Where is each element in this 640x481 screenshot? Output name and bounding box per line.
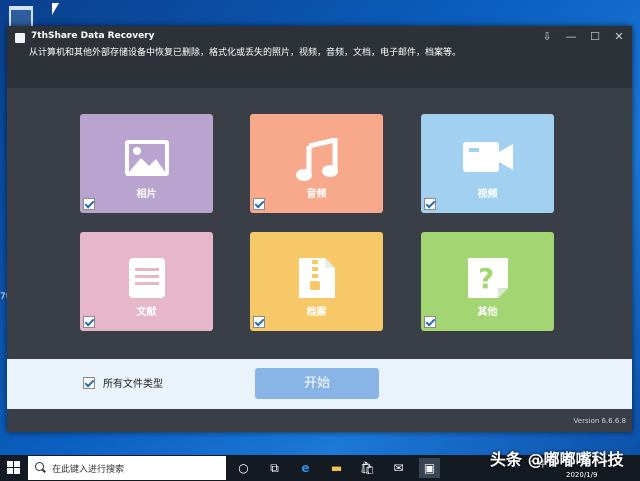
app-subtitle: 从计算机和其他外部存储设备中恢复已删除，格式化或丢失的照片，视频，音频，文档，电… xyxy=(29,48,462,58)
tile-photo[interactable]: 相片 xyxy=(80,114,213,213)
close-button[interactable]: ✕ xyxy=(612,30,626,44)
edge-browser-icon[interactable]: e xyxy=(295,458,316,478)
minimize-button[interactable]: — xyxy=(564,30,578,44)
svg-text:?: ? xyxy=(478,262,494,295)
document-checkbox[interactable] xyxy=(83,316,95,328)
file-type-grid: 相片 音频 视频 文献 档案 ? 其他 xyxy=(7,88,632,358)
archive-checkbox[interactable] xyxy=(253,316,265,328)
photo-checkbox[interactable] xyxy=(83,198,95,210)
store-icon[interactable]: 🛍 xyxy=(357,458,378,478)
all-types-checkbox[interactable] xyxy=(83,377,95,389)
clock-date[interactable]: 2020/1/9 xyxy=(566,471,597,479)
start-button[interactable]: 开始 xyxy=(255,368,379,399)
search-icon xyxy=(35,462,44,471)
task-view-icon[interactable]: ⧉ xyxy=(264,458,285,478)
app-title: 7thShare Data Recovery xyxy=(31,31,155,41)
watermark-text: 头条 @嘟嘟嘴科技 xyxy=(490,450,624,469)
maximize-button[interactable]: ☐ xyxy=(588,30,602,44)
document-icon xyxy=(127,256,167,304)
tile-label: 文献 xyxy=(136,307,157,318)
tile-archive[interactable]: 档案 xyxy=(250,232,383,331)
taskbar-search-input[interactable]: 在此键入进行搜索 xyxy=(28,456,226,480)
app-logo-icon xyxy=(15,33,25,43)
file-explorer-icon[interactable]: ▬ xyxy=(326,458,347,478)
mouse-cursor-icon xyxy=(52,3,59,15)
question-icon: ? xyxy=(466,256,510,304)
all-types-label: 所有文件类型 xyxy=(103,379,163,390)
mail-icon[interactable]: ✉ xyxy=(388,458,409,478)
tile-label: 档案 xyxy=(306,307,327,318)
tile-other[interactable]: ? 其他 xyxy=(421,232,554,331)
windows-start-icon[interactable] xyxy=(7,461,21,475)
recovery-app-taskbar-icon[interactable]: ▣ xyxy=(419,458,440,478)
title-bar: 7thShare Data Recovery 从计算机和其他外部存储设备中恢复已… xyxy=(7,26,632,88)
version-label: Version 6.6.6.8 xyxy=(573,417,626,425)
archive-icon xyxy=(297,256,337,304)
search-placeholder: 在此键入进行搜索 xyxy=(52,465,125,475)
audio-checkbox[interactable] xyxy=(253,198,265,210)
other-checkbox[interactable] xyxy=(424,316,436,328)
action-bar: 所有文件类型 开始 xyxy=(7,359,632,409)
music-icon xyxy=(295,136,339,186)
tile-label: 音频 xyxy=(306,189,327,200)
app-window: 7thShare Data Recovery 从计算机和其他外部存储设备中恢复已… xyxy=(7,26,632,432)
cortana-icon[interactable]: ○ xyxy=(233,458,254,478)
pin-button[interactable]: ⇩ xyxy=(540,30,554,44)
video-checkbox[interactable] xyxy=(424,198,436,210)
tile-video[interactable]: 视频 xyxy=(421,114,554,213)
photo-icon xyxy=(123,138,171,182)
tile-label: 视频 xyxy=(477,189,498,200)
video-icon xyxy=(461,138,515,180)
tile-label: 相片 xyxy=(136,189,157,200)
tile-document[interactable]: 文献 xyxy=(80,232,213,331)
tile-audio[interactable]: 音频 xyxy=(250,114,383,213)
tile-label: 其他 xyxy=(477,307,498,318)
